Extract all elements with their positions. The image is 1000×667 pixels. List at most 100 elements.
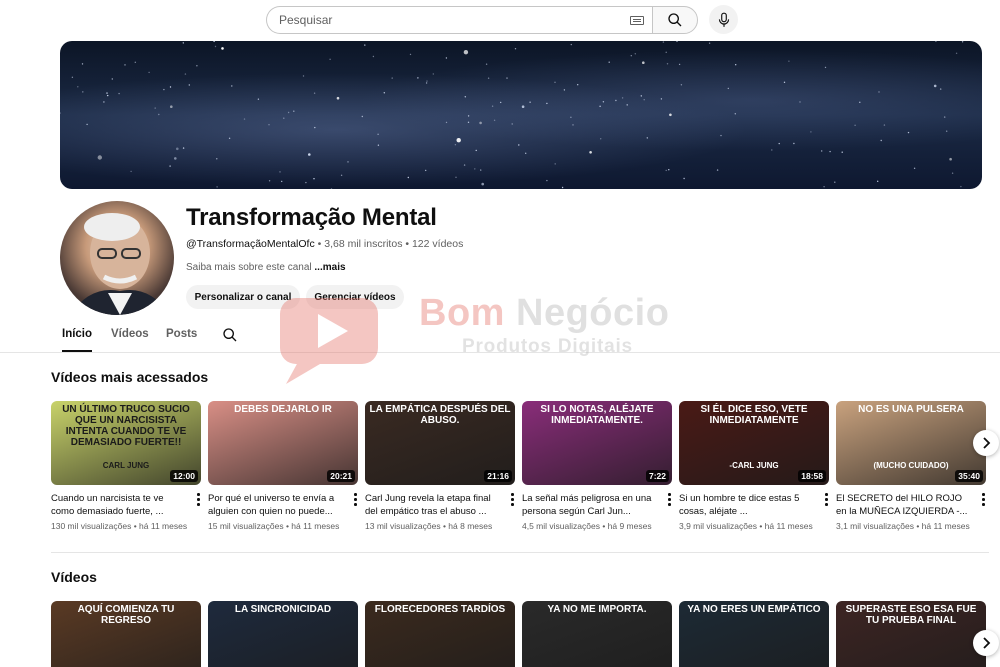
video-thumbnail[interactable]: Si lo notas, aléjate inmediatamente. 7:22	[522, 401, 672, 485]
star	[680, 84, 683, 86]
video-card[interactable]: No es una pulsera (mucho cuidado) 35:40 El …	[836, 401, 986, 531]
star	[599, 105, 601, 108]
menu-dot	[825, 503, 828, 506]
star	[563, 89, 566, 91]
video-thumbnail[interactable]: Florecedores tardíos	[365, 601, 515, 667]
video-title[interactable]: Si un hombre te dice estas 5 cosas, aléj…	[679, 492, 815, 518]
menu-dot	[668, 493, 671, 496]
video-thumbnail[interactable]: La empática después del abuso. 21:16	[365, 401, 515, 485]
star	[570, 43, 572, 46]
more-vert-icon[interactable]	[195, 493, 201, 507]
star	[913, 167, 916, 169]
video-card[interactable]: La sincronicidad	[208, 601, 358, 667]
star	[525, 152, 527, 154]
starfield-image	[60, 41, 964, 189]
video-card[interactable]: DEBES DEJARLO IR 20:21 Por qué el universo…	[208, 401, 358, 531]
star	[907, 131, 910, 134]
channel-avatar[interactable]	[60, 201, 174, 315]
star	[834, 181, 836, 183]
star	[561, 186, 564, 189]
star	[521, 105, 525, 108]
watermark-brand-part2: Negócio	[516, 292, 670, 334]
description-text: Saiba mais sobre este canal	[186, 262, 312, 273]
video-card[interactable]: La empática después del abuso. 21:16 Carl …	[365, 401, 515, 531]
star	[720, 134, 722, 137]
tab-search-button[interactable]	[222, 327, 238, 348]
tab-videos[interactable]: Vídeos	[111, 326, 149, 352]
video-card[interactable]: Aquí comienza tu regreso	[51, 601, 201, 667]
meta-separator: •	[913, 521, 922, 531]
video-meta: 3,9 mil visualizações • há 11 meses	[679, 521, 829, 531]
star	[182, 42, 184, 44]
star	[783, 81, 786, 83]
thumbnail-text: Si él dice eso, vete inmediatamente	[700, 404, 808, 426]
view-count: 13 mil visualizações	[365, 521, 441, 531]
more-vert-icon[interactable]	[666, 493, 672, 507]
menu-dot	[511, 498, 514, 501]
star	[529, 101, 531, 103]
more-vert-icon[interactable]	[823, 493, 829, 507]
star	[62, 185, 65, 187]
star	[788, 60, 790, 62]
channel-description[interactable]: Saiba mais sobre este canal ...mais	[186, 262, 346, 273]
video-thumbnail[interactable]: Ya no me importa.	[522, 601, 672, 667]
star	[111, 78, 113, 80]
star	[463, 50, 469, 55]
manage-videos-button[interactable]: Gerenciar vídeos	[306, 285, 404, 309]
star	[824, 66, 827, 69]
video-meta: 13 mil visualizações • há 8 meses	[365, 521, 515, 531]
star	[279, 171, 281, 173]
star	[268, 124, 270, 126]
more-vert-icon[interactable]	[980, 493, 986, 507]
star	[372, 55, 375, 58]
search-input[interactable]	[279, 7, 619, 33]
more-vert-icon[interactable]	[352, 493, 358, 507]
star	[615, 99, 617, 102]
customize-channel-button[interactable]: Personalizar o canal	[186, 285, 300, 309]
menu-dot	[354, 493, 357, 496]
keyboard-icon[interactable]	[630, 16, 644, 25]
tab-posts[interactable]: Posts	[166, 326, 197, 352]
star	[506, 77, 508, 79]
star	[554, 81, 556, 83]
video-title[interactable]: El SECRETO del HILO ROJO en la MUÑECA IZ…	[836, 492, 972, 518]
video-title[interactable]: Por qué el universo te envía a alguien c…	[208, 492, 344, 518]
video-card[interactable]: Si él dice eso, vete inmediatamente -CARL…	[679, 401, 829, 531]
video-thumbnail[interactable]: Aquí comienza tu regreso	[51, 601, 201, 667]
more-link[interactable]: ...mais	[314, 262, 345, 273]
video-thumbnail[interactable]: Ya no eres un empático	[679, 601, 829, 667]
videos-next-button[interactable]	[973, 630, 999, 656]
star	[347, 161, 349, 163]
star	[82, 91, 84, 93]
video-thumbnail[interactable]: Si él dice eso, vete inmediatamente -CARL…	[679, 401, 829, 485]
video-title[interactable]: La señal más peligrosa en una persona se…	[522, 492, 658, 518]
video-thumbnail[interactable]: No es una pulsera (mucho cuidado) 35:40	[836, 401, 986, 485]
star	[174, 157, 177, 160]
video-thumbnail[interactable]: Un último truco sucio que un narcisista …	[51, 401, 201, 485]
view-count: 4,5 mil visualizações	[522, 521, 600, 531]
voice-search-button[interactable]	[709, 5, 738, 34]
star	[716, 169, 719, 171]
menu-dot	[982, 498, 985, 501]
search-box[interactable]	[266, 6, 652, 34]
video-thumbnail[interactable]: Superaste eso Esa fue tu prueba final	[836, 601, 986, 667]
video-card[interactable]: Un último truco sucio que un narcisista …	[51, 401, 201, 531]
video-card[interactable]: Ya no me importa.	[522, 601, 672, 667]
video-thumbnail[interactable]: DEBES DEJARLO IR 20:21	[208, 401, 358, 485]
popular-next-button[interactable]	[973, 430, 999, 456]
video-card[interactable]: Superaste eso Esa fue tu prueba final	[836, 601, 986, 667]
video-card[interactable]: Florecedores tardíos	[365, 601, 515, 667]
menu-dot	[511, 493, 514, 496]
thumbnail-text: Ya no me importa.	[547, 604, 647, 615]
video-thumbnail[interactable]: La sincronicidad	[208, 601, 358, 667]
star	[626, 104, 628, 106]
video-card[interactable]: Ya no eres un empático	[679, 601, 829, 667]
star	[407, 176, 409, 179]
video-title[interactable]: Cuando un narcisista te ve como demasiad…	[51, 492, 187, 518]
tab-home[interactable]: Início	[62, 326, 93, 352]
more-vert-icon[interactable]	[509, 493, 515, 507]
video-title[interactable]: Carl Jung revela la etapa final del empá…	[365, 492, 501, 518]
star	[213, 41, 215, 43]
search-button[interactable]	[652, 6, 698, 34]
video-card[interactable]: Si lo notas, aléjate inmediatamente. 7:22…	[522, 401, 672, 531]
